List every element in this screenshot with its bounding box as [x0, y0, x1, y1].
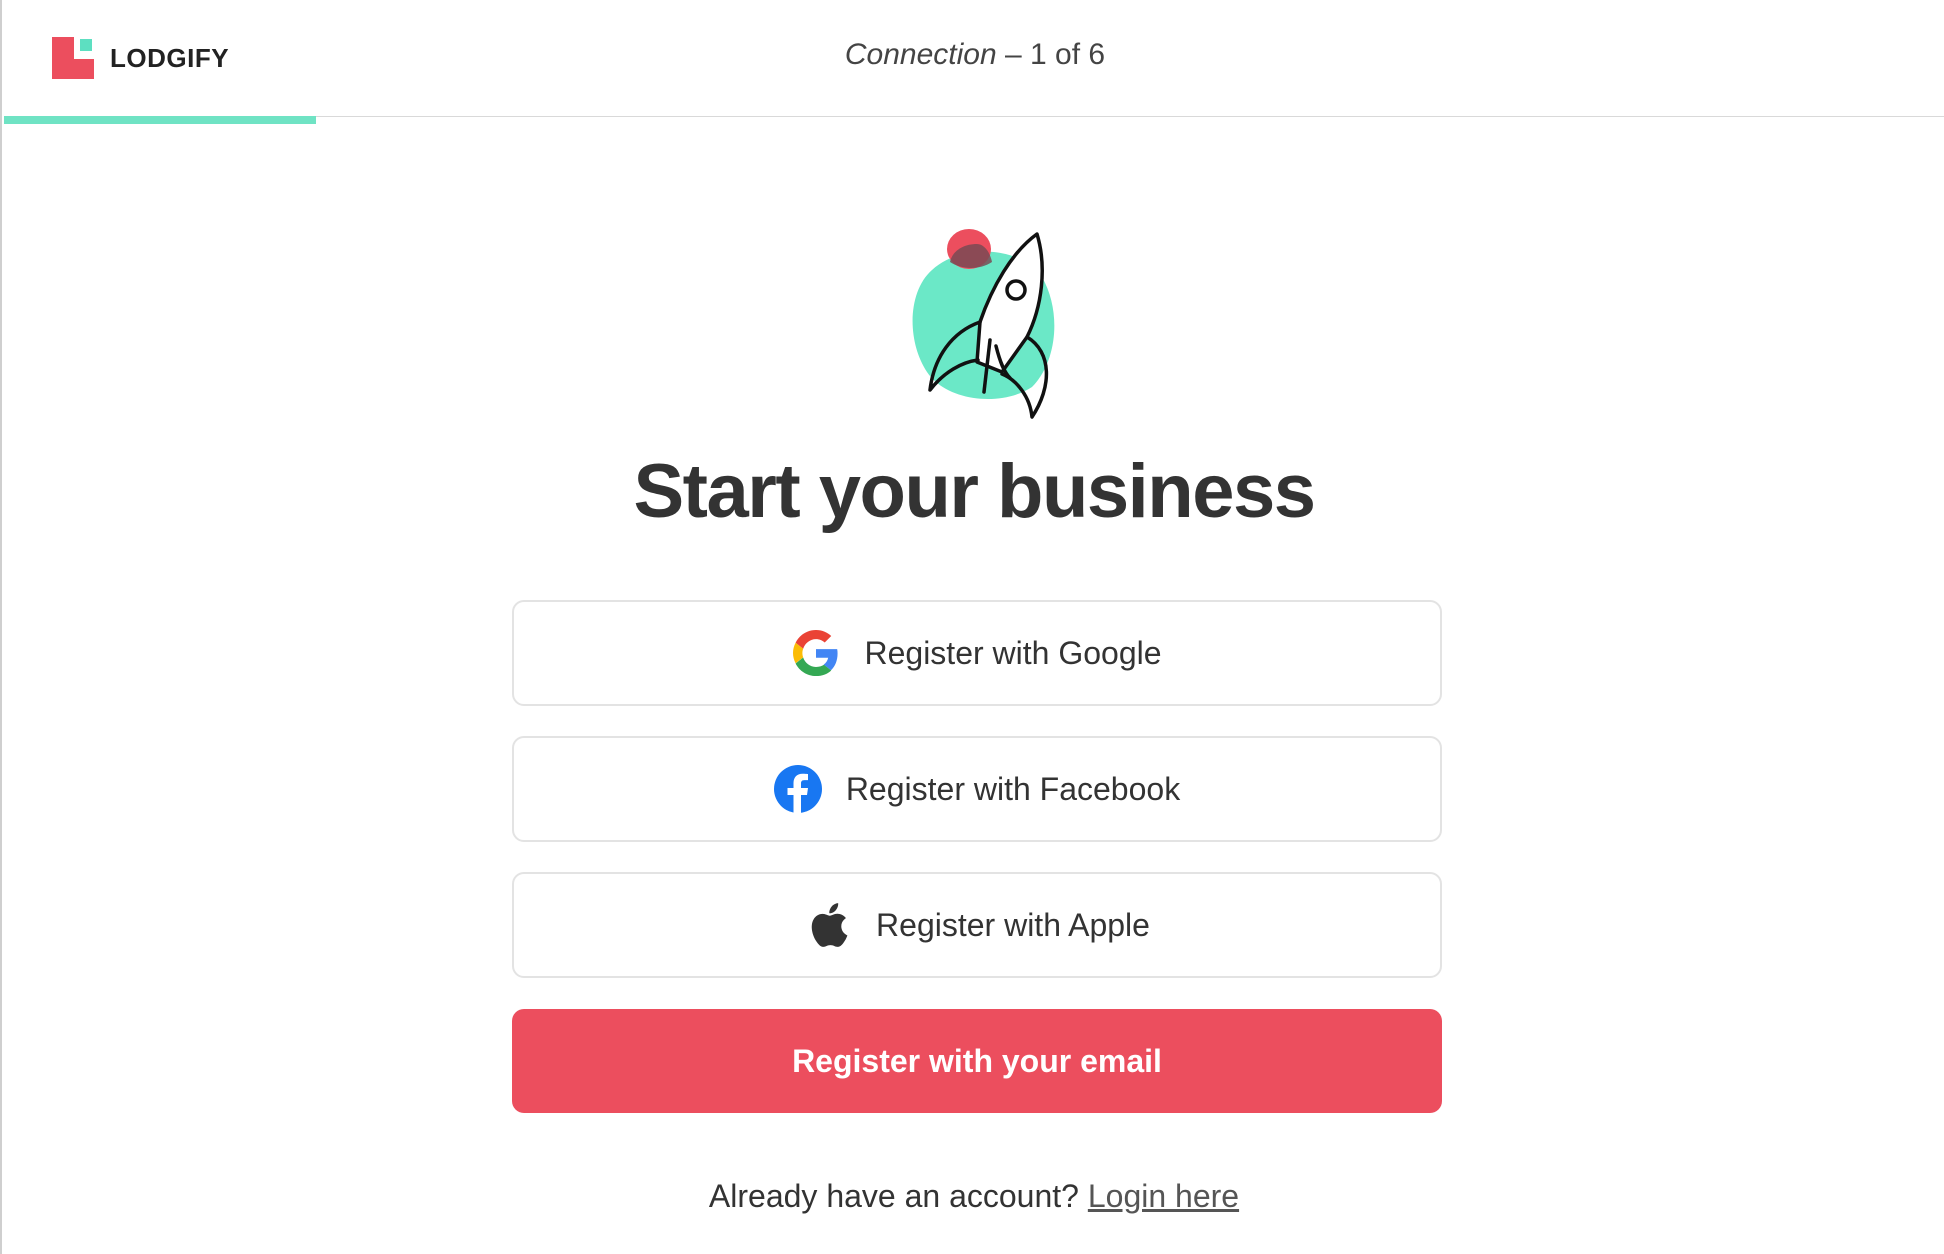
step-counter: – 1 of 6 [1005, 38, 1106, 71]
register-email-button[interactable]: Register with your email [512, 1009, 1442, 1113]
login-prompt: Already have an account? Login here [2, 1178, 1944, 1215]
login-prompt-text: Already have an account? [708, 1178, 1079, 1214]
rocket-icon [892, 222, 1077, 422]
step-name: Connection [844, 38, 997, 71]
app-frame: LODGIFY Connection – 1 of 6 Start your b… [0, 0, 1944, 1254]
google-icon [792, 629, 840, 677]
apple-icon [804, 901, 852, 949]
top-bar: LODGIFY Connection – 1 of 6 [4, 0, 1944, 117]
page-title: Start your business [633, 449, 1316, 534]
progress-bar [4, 116, 316, 124]
register-google-button[interactable]: Register with Google [512, 600, 1442, 706]
facebook-icon [773, 765, 822, 813]
register-facebook-button[interactable]: Register with Facebook [512, 736, 1442, 842]
register-email-label: Register with your email [792, 1042, 1162, 1079]
login-link[interactable]: Login here [1088, 1178, 1239, 1214]
step-indicator: Connection – 1 of 6 [4, 38, 1944, 72]
register-google-label: Register with Google [864, 634, 1162, 671]
register-facebook-label: Register with Facebook [845, 770, 1181, 807]
register-apple-label: Register with Apple [876, 906, 1150, 943]
register-apple-button[interactable]: Register with Apple [512, 872, 1442, 978]
